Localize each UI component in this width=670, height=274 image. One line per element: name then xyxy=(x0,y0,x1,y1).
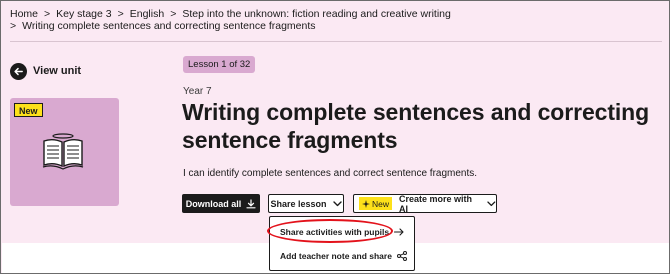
share-lesson-label: Share lesson xyxy=(270,198,327,209)
new-badge: New xyxy=(14,103,43,117)
breadcrumb-unit[interactable]: Step into the unknown: fiction reading a… xyxy=(182,8,451,20)
back-button[interactable] xyxy=(10,63,27,80)
chevron-down-icon xyxy=(487,200,496,206)
download-icon xyxy=(246,198,256,208)
breadcrumb-subject[interactable]: English xyxy=(130,8,164,20)
highlight-annotation xyxy=(267,219,393,243)
add-teacher-note-label: Add teacher note and share xyxy=(280,251,392,261)
share-lesson-button[interactable]: Share lesson xyxy=(268,194,344,213)
view-unit-link[interactable]: View unit xyxy=(33,65,81,77)
share-icon xyxy=(396,251,407,261)
chevron-down-icon xyxy=(332,200,342,206)
create-with-ai-label: Create more with AI xyxy=(399,193,473,214)
add-teacher-note-menu-item[interactable]: Add teacher note and share xyxy=(280,249,407,263)
breadcrumb-separator: > xyxy=(10,20,17,32)
page-title: Writing complete sentences and correctin… xyxy=(182,99,650,153)
sparkle-icon xyxy=(362,199,370,208)
ai-new-badge: New xyxy=(359,197,393,210)
breadcrumb-home[interactable]: Home xyxy=(10,8,38,20)
year-label: Year 7 xyxy=(183,86,212,97)
breadcrumb-row: > Writing complete sentences and correcti… xyxy=(10,20,316,33)
lesson-objective: I can identify complete sentences and co… xyxy=(183,168,478,179)
download-all-label: Download all xyxy=(185,198,242,209)
breadcrumb-lesson: Writing complete sentences and correctin… xyxy=(22,20,316,32)
breadcrumb-divider xyxy=(10,41,662,42)
breadcrumb-key-stage[interactable]: Key stage 3 xyxy=(56,8,111,20)
ai-new-badge-label: New xyxy=(372,198,390,209)
lesson-number-pill: Lesson 1 of 32 xyxy=(183,56,256,73)
arrow-right-icon xyxy=(394,228,404,236)
page-frame: Home > Key stage 3 > English > Step into the u… xyxy=(0,0,670,274)
create-with-ai-button[interactable]: New Create more with AI xyxy=(353,193,497,214)
arrow-left-icon xyxy=(14,67,23,76)
download-all-button[interactable]: Download all xyxy=(182,194,260,213)
open-book-icon xyxy=(42,133,84,170)
